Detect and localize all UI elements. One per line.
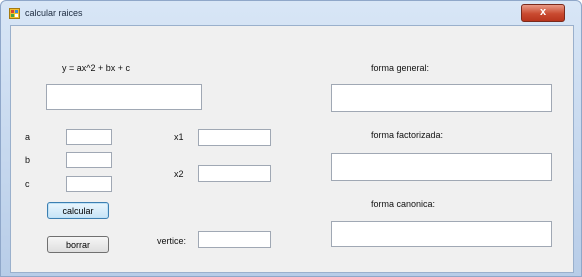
x1-label: x1 <box>174 132 184 142</box>
close-icon: x <box>539 6 547 18</box>
b-label: b <box>25 155 31 165</box>
vertice-label: vertice: <box>157 236 187 246</box>
equation-input[interactable] <box>46 84 202 110</box>
factorizada-input[interactable] <box>331 153 552 181</box>
general-label: forma general: <box>371 63 430 73</box>
b-input[interactable] <box>66 152 112 168</box>
canonica-input[interactable] <box>331 221 552 247</box>
close-button[interactable]: x <box>521 4 565 22</box>
equation-label: y = ax^2 + bx + c <box>62 63 131 73</box>
factorizada-label: forma factorizada: <box>371 130 444 140</box>
x2-label: x2 <box>174 169 184 179</box>
c-input[interactable] <box>66 176 112 192</box>
vertice-input[interactable] <box>198 231 271 248</box>
app-window: calcular raices x y = ax^2 + bx + c a b … <box>0 0 582 277</box>
window-title: calcular raices <box>25 8 83 18</box>
x1-input[interactable] <box>198 129 271 146</box>
canonica-label: forma canonica: <box>371 199 436 209</box>
borrar-button[interactable]: borrar <box>47 236 109 253</box>
title-bar[interactable]: calcular raices x <box>1 1 581 25</box>
a-input[interactable] <box>66 129 112 145</box>
form-area: y = ax^2 + bx + c a b c x1 x2 vertice: c… <box>10 25 574 273</box>
x2-input[interactable] <box>198 165 271 182</box>
general-input[interactable] <box>331 84 552 112</box>
c-label: c <box>25 179 30 189</box>
a-label: a <box>25 132 31 142</box>
app-window-icon <box>9 8 20 19</box>
calcular-button[interactable]: calcular <box>47 202 109 219</box>
